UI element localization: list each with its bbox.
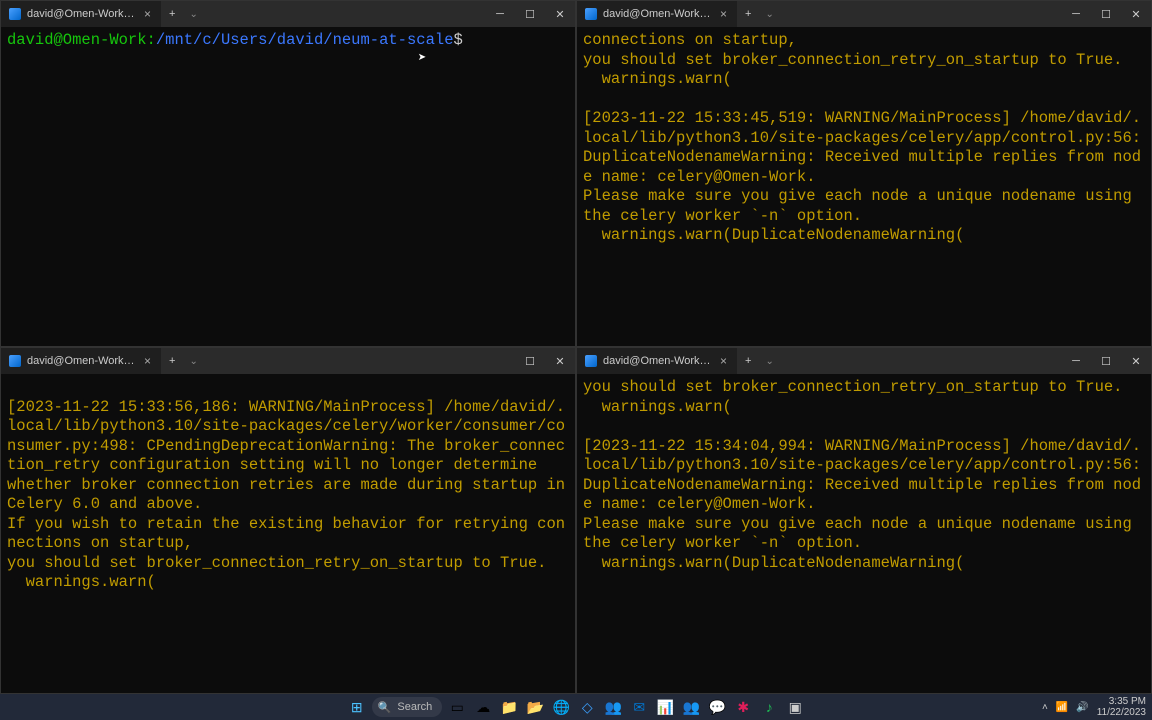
terminal-body[interactable]: [2023-11-22 15:33:56,186: WARNING/MainPr…: [1, 374, 575, 693]
explorer-icon[interactable]: 📁: [498, 696, 520, 718]
clock-time: 3:35 PM: [1097, 696, 1146, 707]
wifi-icon[interactable]: 📶: [1056, 702, 1068, 713]
clock-date: 11/22/2023: [1097, 707, 1146, 718]
tab-close-button[interactable]: ×: [142, 7, 153, 21]
teams2-icon[interactable]: 👥: [680, 696, 702, 718]
tray-chevron-icon[interactable]: ˄: [1042, 702, 1048, 713]
titlebar: david@Omen-Work: /mnt/c/L × + ⌄ ─ ☐ ✕: [577, 1, 1151, 27]
discord-icon[interactable]: 💬: [706, 696, 728, 718]
minimize-button[interactable]: ─: [1061, 348, 1091, 374]
terminal-window-top-right: david@Omen-Work: /mnt/c/L × + ⌄ ─ ☐ ✕ co…: [576, 0, 1152, 347]
tab-dropdown-icon[interactable]: ⌄: [183, 348, 203, 374]
titlebar: david@Omen-Work: /mnt/c/L × + ⌄ ─ ☐ ✕: [577, 348, 1151, 374]
spotify-icon[interactable]: ♪: [758, 696, 780, 718]
terminal-body[interactable]: you should set broker_connection_retry_o…: [577, 374, 1151, 693]
terminal-body[interactable]: connections on startup, you should set b…: [577, 27, 1151, 346]
explorer-icon-2[interactable]: 📂: [524, 696, 546, 718]
tab-dropdown-icon[interactable]: ⌄: [759, 348, 779, 374]
minimize-button[interactable]: ─: [485, 1, 515, 27]
tab-title: david@Omen-Work: /mnt/c/L: [27, 355, 136, 367]
search-placeholder: Search: [397, 701, 432, 713]
ppt-icon[interactable]: 📊: [654, 696, 676, 718]
terminal-window-top-left: david@Omen-Work: /mnt/c/L × + ⌄ ─ ☐ ✕ da…: [0, 0, 576, 347]
titlebar: david@Omen-Work: /mnt/c/L × + ⌄ ─ ☐ ✕: [1, 1, 575, 27]
clock[interactable]: 3:35 PM 11/22/2023: [1097, 696, 1146, 718]
minimize-button[interactable]: ─: [1061, 1, 1091, 27]
tab-title: david@Omen-Work: /mnt/c/L: [27, 8, 136, 20]
close-button[interactable]: ✕: [545, 348, 575, 374]
prompt-path: /mnt/c/Users/david/neum-at-scale: [156, 31, 454, 49]
terminal-icon[interactable]: ▣: [784, 696, 806, 718]
taskbar: ⊞ 🔍 Search ▭ ☁ 📁 📂 🌐 ◇ 👥 ✉ 📊 👥 💬 ✱ ♪ ▣ ˄…: [0, 694, 1152, 720]
tab-active[interactable]: david@Omen-Work: /mnt/c/L ×: [1, 1, 161, 27]
search-icon: 🔍: [378, 701, 392, 714]
tab-active[interactable]: david@Omen-Work: /mnt/c/L ×: [577, 348, 737, 374]
titlebar: david@Omen-Work: /mnt/c/L × + ⌄ ☐ ✕: [1, 348, 575, 374]
maximize-button[interactable]: ☐: [515, 1, 545, 27]
slack-icon[interactable]: ✱: [732, 696, 754, 718]
powershell-icon: [9, 355, 21, 367]
tab-close-button[interactable]: ×: [718, 354, 729, 368]
powershell-icon: [585, 355, 597, 367]
close-button[interactable]: ✕: [545, 1, 575, 27]
new-tab-button[interactable]: +: [737, 348, 759, 374]
taskbar-search[interactable]: 🔍 Search: [372, 697, 443, 717]
prompt-dollar: $: [454, 31, 463, 49]
chrome-icon[interactable]: 🌐: [550, 696, 572, 718]
terminal-window-bottom-left: david@Omen-Work: /mnt/c/L × + ⌄ ☐ ✕ [202…: [0, 347, 576, 694]
volume-icon[interactable]: 🔊: [1076, 702, 1088, 713]
tab-active[interactable]: david@Omen-Work: /mnt/c/L ×: [1, 348, 161, 374]
tab-dropdown-icon[interactable]: ⌄: [183, 1, 203, 27]
tab-close-button[interactable]: ×: [718, 7, 729, 21]
tab-close-button[interactable]: ×: [142, 354, 153, 368]
powershell-icon: [9, 8, 21, 20]
terminal-window-bottom-right: david@Omen-Work: /mnt/c/L × + ⌄ ─ ☐ ✕ yo…: [576, 347, 1152, 694]
start-button[interactable]: ⊞: [346, 696, 368, 718]
close-button[interactable]: ✕: [1121, 348, 1151, 374]
tab-dropdown-icon[interactable]: ⌄: [759, 1, 779, 27]
maximize-button[interactable]: ☐: [1091, 1, 1121, 27]
close-button[interactable]: ✕: [1121, 1, 1151, 27]
terminal-body[interactable]: david@Omen-Work:/mnt/c/Users/david/neum-…: [1, 27, 575, 346]
new-tab-button[interactable]: +: [161, 1, 183, 27]
vscode-icon[interactable]: ◇: [576, 696, 598, 718]
new-tab-button[interactable]: +: [737, 1, 759, 27]
tab-active[interactable]: david@Omen-Work: /mnt/c/L ×: [577, 1, 737, 27]
new-tab-button[interactable]: +: [161, 348, 183, 374]
powershell-icon: [585, 8, 597, 20]
outlook-icon[interactable]: ✉: [628, 696, 650, 718]
maximize-button[interactable]: ☐: [1091, 348, 1121, 374]
prompt-user: david@Omen-Work: [7, 31, 147, 49]
teams-icon[interactable]: 👥: [602, 696, 624, 718]
task-view-icon[interactable]: ▭: [446, 696, 468, 718]
tab-title: david@Omen-Work: /mnt/c/L: [603, 355, 712, 367]
weather-icon[interactable]: ☁: [472, 696, 494, 718]
system-tray[interactable]: ˄ 📶 🔊 3:35 PM 11/22/2023: [1042, 696, 1146, 718]
tab-title: david@Omen-Work: /mnt/c/L: [603, 8, 712, 20]
maximize-button[interactable]: ☐: [515, 348, 545, 374]
